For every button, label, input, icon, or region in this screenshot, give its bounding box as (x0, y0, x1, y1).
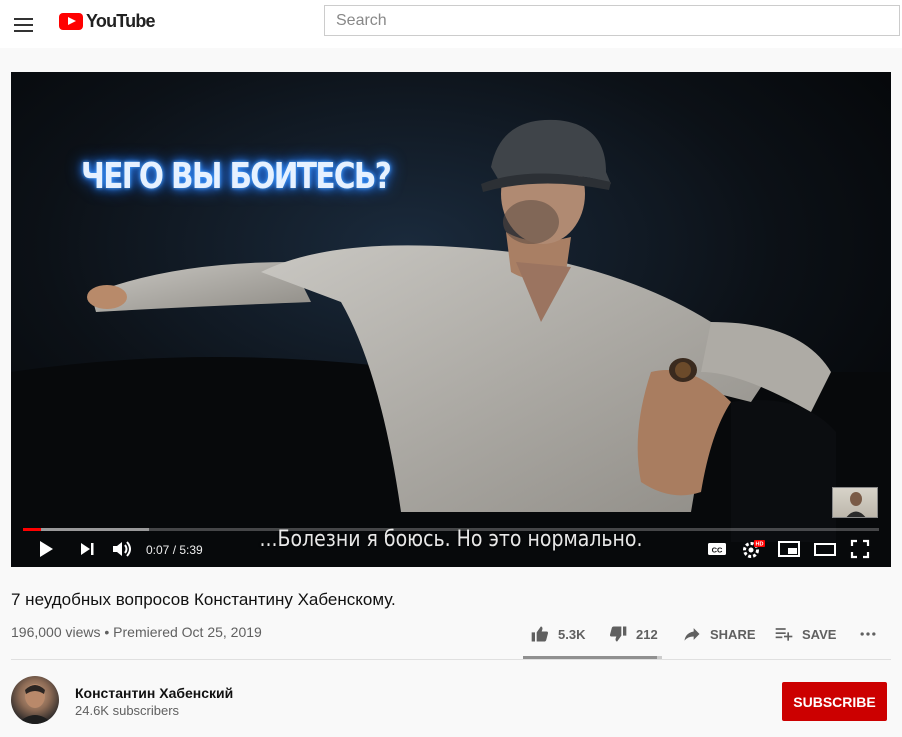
time-display: 0:07 / 5:39 (146, 543, 203, 557)
youtube-logo[interactable]: YouTube (59, 10, 156, 32)
top-bar: YouTube (0, 0, 902, 48)
video-title: 7 неудобных вопросов Константину Хабенск… (11, 590, 396, 609)
search-input[interactable] (324, 5, 900, 36)
subscriber-count: 24.6K subscribers (75, 703, 180, 718)
player-controls: 0:07 / 5:39 CC HD (11, 534, 891, 567)
video-player[interactable]: ЧЕГО ВЫ БОИТЕСЬ? ...Болезни я боюсь. Но … (11, 72, 891, 567)
fullscreen-icon[interactable] (845, 534, 875, 564)
miniplayer-icon[interactable] (774, 534, 804, 564)
preview-thumbnail (832, 487, 878, 518)
share-icon (684, 628, 700, 641)
share-label: SHARE (710, 626, 756, 642)
like-count: 5.3K (558, 626, 586, 642)
divider (11, 659, 891, 660)
channel-name[interactable]: Константин Хабенский (75, 685, 233, 701)
video-meta: 196,000 views • Premiered Oct 25, 2019 (11, 624, 262, 640)
volume-icon[interactable] (107, 534, 137, 564)
like-button[interactable]: 5.3K (530, 620, 585, 648)
more-actions-icon[interactable] (858, 620, 886, 648)
save-label: SAVE (802, 626, 837, 642)
theater-mode-icon[interactable] (810, 534, 840, 564)
progress-loaded (23, 528, 149, 531)
play-icon[interactable] (31, 534, 61, 564)
thumbs-down-icon (610, 626, 627, 642)
youtube-play-icon (59, 12, 83, 30)
share-button[interactable]: SHARE (682, 620, 756, 648)
subscribe-button[interactable]: SUBSCRIBE (782, 682, 887, 721)
next-icon[interactable] (72, 534, 102, 564)
save-button[interactable]: SAVE (774, 620, 836, 648)
hd-badge: HD (756, 542, 764, 548)
neon-overlay-title: ЧЕГО ВЫ БОИТЕСЬ? (81, 156, 392, 197)
settings-icon[interactable]: HD (737, 534, 767, 564)
dislike-button[interactable]: 212 (608, 620, 658, 648)
video-frame (11, 72, 891, 567)
dislike-count: 212 (636, 626, 658, 642)
logo-text: YouTube (86, 10, 156, 31)
thumbs-up-icon (531, 626, 548, 642)
progress-bar[interactable] (23, 528, 879, 531)
video-actions: 5.3K 212 SHARE SAVE (530, 620, 890, 648)
svg-text:CC: CC (712, 546, 723, 555)
captions-icon[interactable]: CC (702, 534, 732, 564)
progress-played (23, 528, 41, 531)
channel-avatar[interactable] (11, 676, 59, 724)
playlist-add-icon (775, 628, 793, 641)
menu-icon[interactable] (13, 12, 35, 34)
